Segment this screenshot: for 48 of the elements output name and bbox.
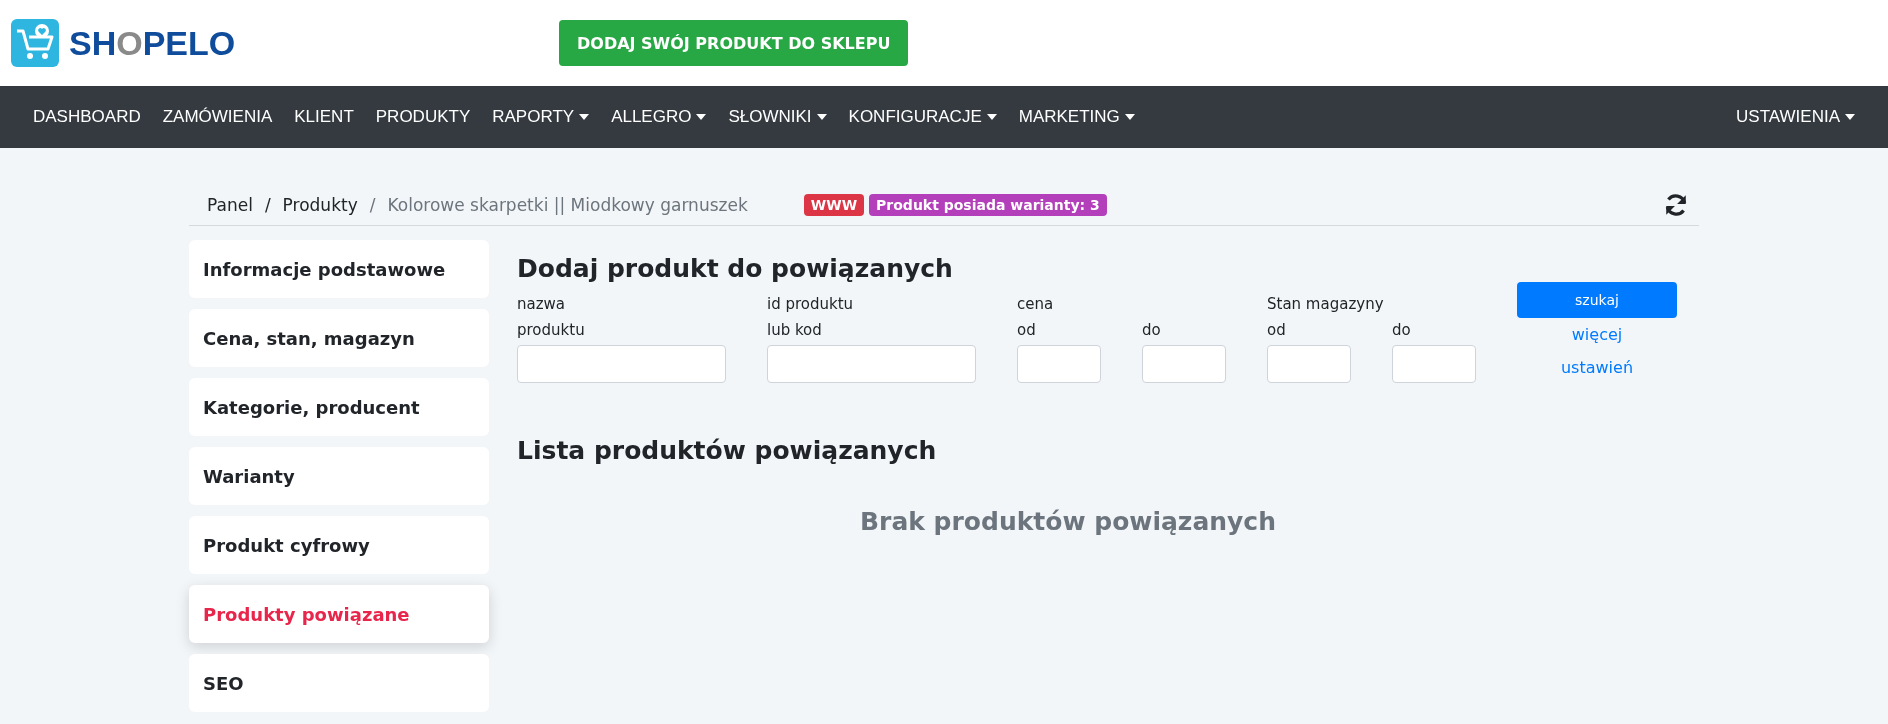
breadcrumb-separator: / (369, 194, 376, 215)
input-field[interactable] (767, 345, 976, 383)
cart-logo-icon (11, 19, 59, 67)
input-field[interactable] (1267, 345, 1351, 383)
field-label: od (1267, 321, 1287, 339)
filter-label: cena (1017, 295, 1055, 315)
field-label: do (1142, 321, 1162, 339)
nav-item[interactable]: KLIENT (283, 107, 365, 127)
field-label: od (1017, 321, 1037, 339)
section-heading: Lista produktów powiązanych (517, 436, 938, 465)
nav-item[interactable]: DASHBOARD (22, 107, 152, 127)
field-label: produktu (517, 321, 586, 339)
sidebar-item[interactable]: Cena, stan, magazyn (189, 309, 489, 367)
status-badge: WWW (803, 193, 865, 216)
sidebar-item[interactable]: Informacje podstawowe (189, 240, 489, 298)
nav-item[interactable]: MARKETING (1007, 107, 1146, 127)
logo-text: SHOPELO (69, 23, 236, 63)
sidebar-item[interactable]: SEO (189, 654, 489, 712)
status-badge: Produkt posiada warianty: 3 (869, 193, 1107, 216)
field-label: lub kod (767, 321, 823, 339)
sidebar-item[interactable]: Produkt cyfrowy (189, 516, 489, 574)
sidebar-item[interactable]: Kategorie, producent (189, 378, 489, 436)
section-heading: Dodaj produkt do powiązanych (517, 254, 954, 283)
nav-item[interactable]: PRODUKTY (364, 107, 482, 127)
empty-message: Brak produktów powiązanych (859, 507, 1277, 536)
nav-item[interactable]: ZAMÓWIENIA (151, 107, 284, 127)
breadcrumb-current: Kolorowe skarpetki || Miodkowy garnuszek (387, 194, 748, 215)
nav-item[interactable]: KONFIGURACJE (837, 107, 1008, 127)
refresh-icon[interactable] (1663, 191, 1689, 218)
nav-item[interactable]: SŁOWNIKI (717, 107, 838, 127)
filter-label: Stan magazyny (1267, 295, 1385, 315)
breadcrumb-link[interactable]: Produkty (282, 194, 358, 215)
breadcrumb-link[interactable]: Panel (207, 194, 253, 215)
field-label: do (1392, 321, 1412, 339)
input-field[interactable] (1142, 345, 1226, 383)
nav-item[interactable]: USTAWIENIA (1725, 107, 1866, 127)
breadcrumb-separator: / (264, 194, 271, 215)
filter-label: id produktu (767, 295, 855, 315)
nav-item[interactable]: RAPORTY (481, 107, 601, 127)
filter-label: nazwa (517, 295, 567, 315)
more-settings-link[interactable]: więcej ustawień (1547, 318, 1647, 384)
search-button[interactable]: szukaj (1517, 282, 1677, 318)
nav-item[interactable]: ALLEGRO (600, 107, 718, 127)
input-field[interactable] (517, 345, 726, 383)
sidebar-item[interactable]: Warianty (189, 447, 489, 505)
sidebar-item[interactable]: Produkty powiązane (189, 585, 489, 643)
input-field[interactable] (1392, 345, 1476, 383)
input-field[interactable] (1017, 345, 1101, 383)
